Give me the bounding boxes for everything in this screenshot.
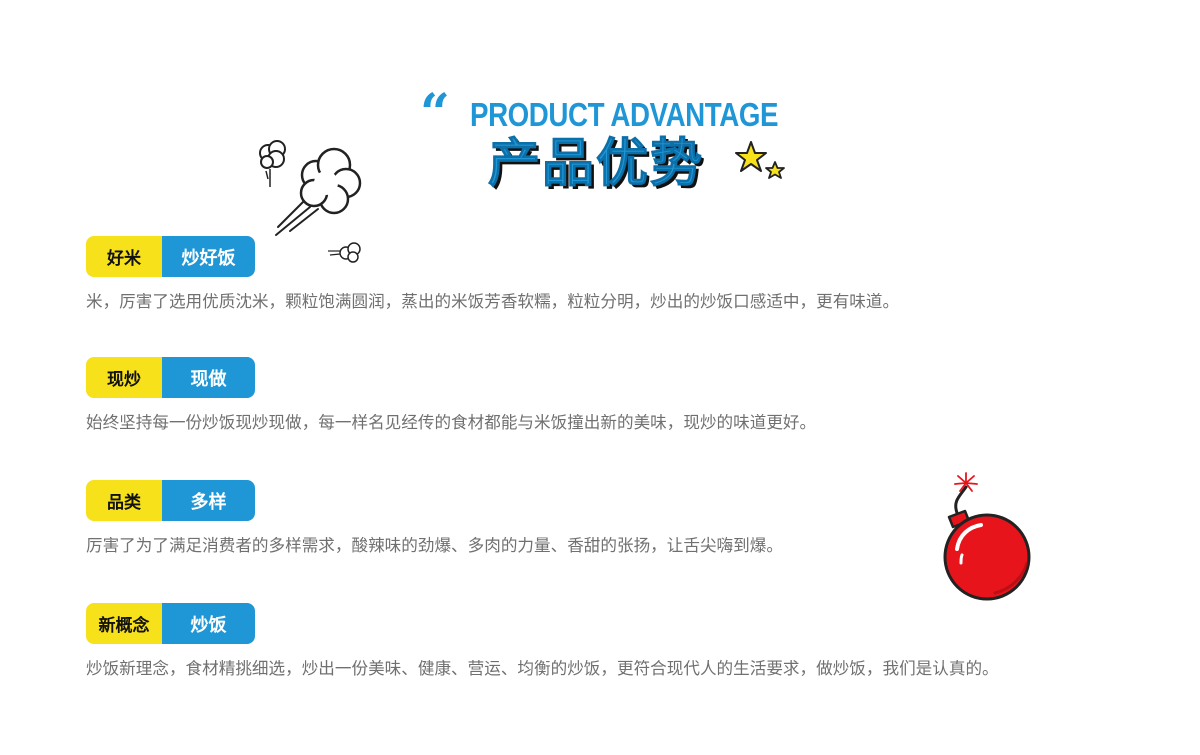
section-description: 厉害了为了满足消费者的多样需求，酸辣味的劲爆、多肉的力量、香甜的张扬，让舌尖嗨到… (86, 536, 783, 555)
tag-primary: 品类 (86, 480, 162, 521)
section-description: 米，厉害了选用优质沈米，颗粒饱满圆润，蒸出的米饭芳香软糯，粒粒分明，炒出的炒饭口… (86, 292, 900, 311)
tag-secondary: 炒饭 (162, 603, 255, 644)
quote-mark: “ (420, 83, 450, 144)
section-description: 始终坚持每一份炒饭现炒现做，每一样名见经传的食材都能与米饭撞出新的美味，现炒的味… (86, 413, 817, 432)
page-header: “ PRODUCT ADVANTAGE 产品优势 (0, 0, 1200, 200)
title-cn: 产品优势 (487, 134, 705, 195)
advantage-section: 新概念 炒饭 炒饭新理念，食材精挑细选，炒出一份美味、健康、营运、均衡的炒饭，更… (86, 603, 1186, 693)
feature-tag: 现炒 现做 (86, 357, 255, 398)
advantage-section: 现炒 现做 始终坚持每一份炒饭现炒现做，每一样名见经传的食材都能与米饭撞出新的美… (86, 357, 1186, 447)
feature-tag: 新概念 炒饭 (86, 603, 255, 644)
section-description: 炒饭新理念，食材精挑细选，炒出一份美味、健康、营运、均衡的炒饭，更符合现代人的生… (86, 659, 999, 678)
tag-secondary: 多样 (162, 480, 255, 521)
advantage-section: 品类 多样 厉害了为了满足消费者的多样需求，酸辣味的劲爆、多肉的力量、香甜的张扬… (86, 480, 1186, 570)
advantage-section: 好米 炒好饭 米，厉害了选用优质沈米，颗粒饱满圆润，蒸出的米饭芳香软糯，粒粒分明… (86, 236, 1186, 326)
tag-secondary: 现做 (162, 357, 255, 398)
star-icon (735, 141, 785, 179)
feature-tag: 品类 多样 (86, 480, 255, 521)
feature-tag: 好米 炒好饭 (86, 236, 255, 277)
tag-primary: 好米 (86, 236, 162, 277)
title-en: PRODUCT ADVANTAGE (470, 96, 779, 133)
tag-primary: 现炒 (86, 357, 162, 398)
tag-secondary: 炒好饭 (162, 236, 255, 277)
tag-primary: 新概念 (86, 603, 162, 644)
